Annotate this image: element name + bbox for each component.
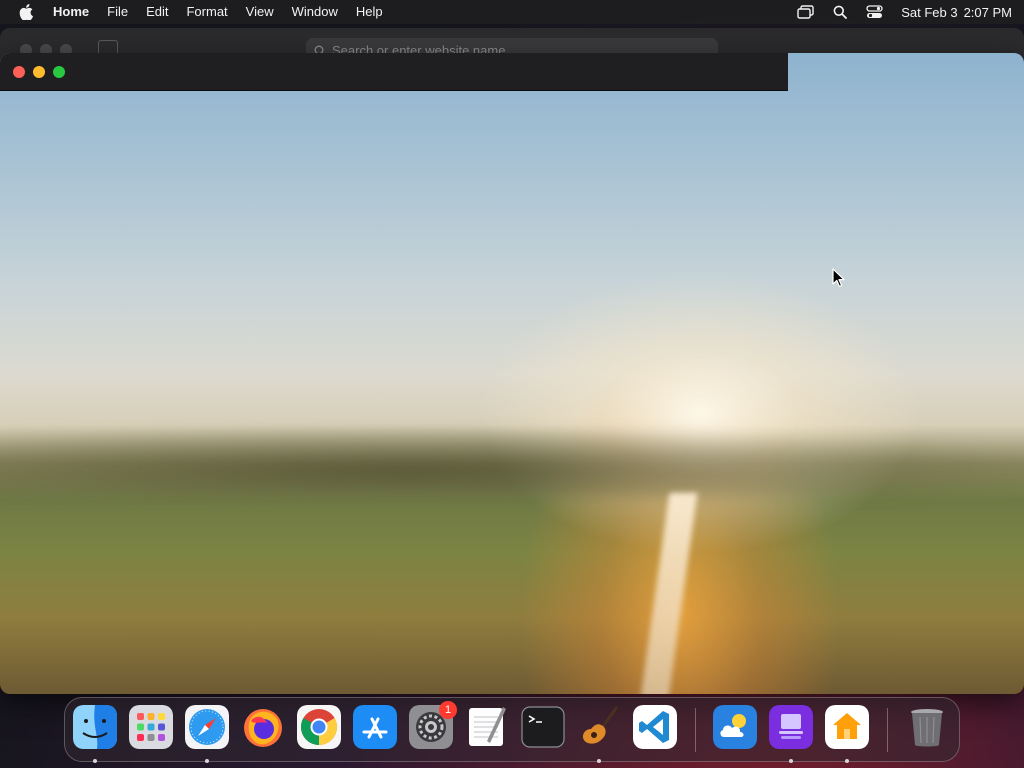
clock-time: 2:07 PM — [963, 4, 1012, 20]
dock-item-textedit[interactable] — [465, 705, 511, 751]
menu-window[interactable]: Window — [283, 0, 347, 24]
menu-app-name[interactable]: Home — [44, 0, 98, 24]
menu-file[interactable]: File — [98, 0, 137, 24]
menu-help[interactable]: Help — [347, 0, 392, 24]
trash-icon — [911, 709, 943, 747]
app-store-icon — [353, 705, 397, 749]
configurator-icon — [769, 705, 813, 749]
vscode-icon — [633, 705, 677, 749]
textedit-icon — [469, 707, 506, 746]
running-indicator — [845, 759, 849, 763]
mouse-cursor-icon — [832, 268, 845, 287]
clock-date: Sat Feb 3 — [901, 4, 958, 20]
screen-mirroring-icon[interactable] — [796, 0, 816, 24]
dock-separator — [887, 708, 888, 752]
menu-view[interactable]: View — [237, 0, 283, 24]
dock-item-trash[interactable] — [905, 705, 951, 751]
dock-item-chrome[interactable] — [297, 705, 343, 751]
menu-bar: Home File Edit Format View Window Help S… — [0, 0, 1024, 24]
spotlight-search-icon[interactable] — [830, 0, 850, 24]
notification-badge: 1 — [439, 701, 457, 719]
window-title-bar[interactable] — [0, 53, 788, 91]
dock-item-terminal[interactable] — [521, 705, 567, 751]
menu-format[interactable]: Format — [177, 0, 236, 24]
garageband-icon — [582, 706, 619, 744]
safari-icon — [185, 705, 229, 749]
dock-item-garageband[interactable] — [577, 705, 623, 763]
photo-trail — [640, 493, 698, 694]
weather-icon — [713, 705, 757, 749]
dock-item-system-settings[interactable]: 1 — [409, 701, 457, 751]
running-indicator — [789, 759, 793, 763]
control-center-icon[interactable] — [864, 0, 884, 24]
dock-item-home[interactable] — [825, 705, 871, 763]
dock-item-vscode[interactable] — [633, 705, 679, 751]
dock: 1 — [64, 697, 960, 763]
zoom-button[interactable] — [53, 66, 65, 78]
firefox-icon — [244, 709, 282, 747]
apple-menu-icon[interactable] — [18, 0, 34, 24]
launchpad-icon — [129, 705, 173, 749]
close-button[interactable] — [13, 66, 25, 78]
running-indicator — [597, 759, 601, 763]
dock-item-app-store[interactable] — [353, 705, 399, 751]
running-indicator — [93, 759, 97, 763]
dock-item-firefox[interactable] — [241, 705, 287, 751]
minimize-button[interactable] — [33, 66, 45, 78]
menu-bar-clock[interactable]: Sat Feb 3 2:07 PM — [901, 5, 1012, 20]
window-controls — [13, 66, 65, 78]
running-indicator — [205, 759, 209, 763]
photo-treeline — [0, 428, 1024, 498]
dock-item-apple-configurator[interactable] — [769, 705, 815, 763]
landscape-photo — [0, 53, 1024, 694]
terminal-icon — [521, 706, 565, 748]
dock-item-safari[interactable] — [185, 705, 231, 763]
menu-edit[interactable]: Edit — [137, 0, 177, 24]
dock-item-finder[interactable] — [73, 705, 119, 763]
home-app-icon — [825, 705, 869, 749]
finder-icon — [73, 705, 117, 749]
dock-item-launchpad[interactable] — [129, 705, 175, 751]
chrome-icon — [297, 705, 341, 749]
image-viewer-window[interactable] — [0, 53, 1024, 694]
dock-item-weather[interactable] — [713, 705, 759, 751]
dock-separator — [695, 708, 696, 752]
desktop: Home File Edit Format View Window Help S… — [0, 0, 1024, 768]
